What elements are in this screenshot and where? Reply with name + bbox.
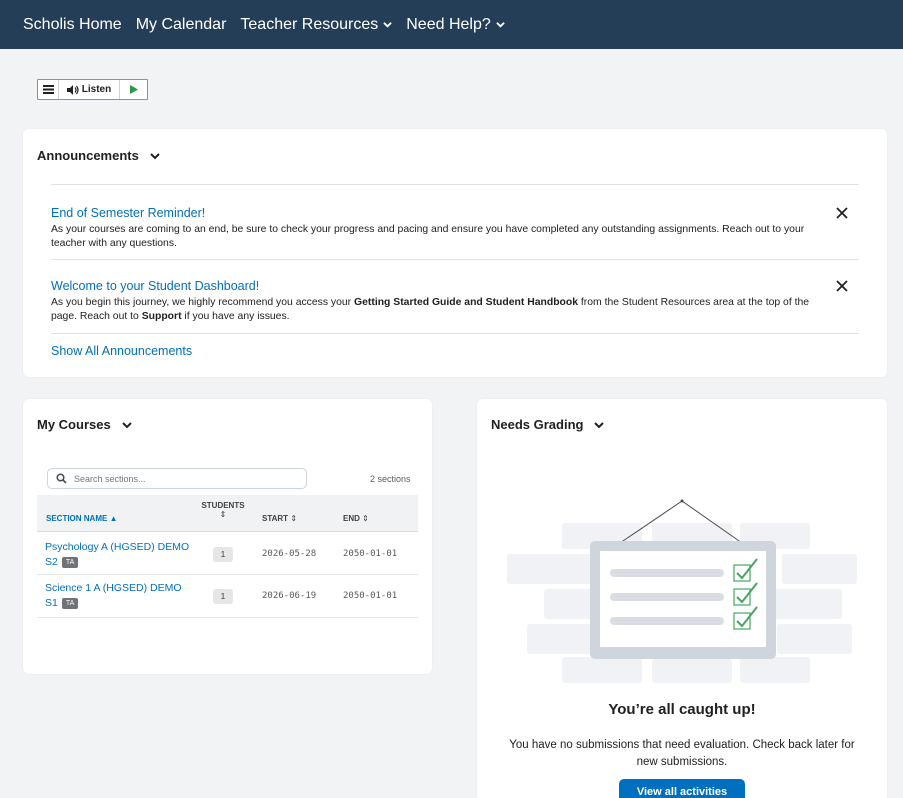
start-date: 2026-06-19 xyxy=(262,591,317,601)
play-icon xyxy=(129,85,138,94)
nav-teacher-resources-menu[interactable]: Teacher Resources xyxy=(240,16,392,34)
column-end[interactable]: END ⇕ xyxy=(343,514,369,523)
sort-icon: ⇕ xyxy=(362,514,369,523)
nav-home-link[interactable]: Scholis Home xyxy=(23,16,122,34)
sort-asc-icon: ▲ xyxy=(109,514,118,523)
announcement-body: As you begin this journey, we highly rec… xyxy=(51,296,831,324)
chevron-down-icon xyxy=(383,22,392,28)
search-sections xyxy=(47,468,307,489)
play-button[interactable] xyxy=(120,80,147,99)
menu-icon xyxy=(42,85,54,94)
course-link[interactable]: Science 1 A (HGSED) DEMO S1 TA xyxy=(45,581,195,611)
column-start-label: START xyxy=(262,514,289,523)
nav-home-label: Scholis Home xyxy=(23,15,122,33)
announcements-widget: Announcements End of Semester Reminder! … xyxy=(23,129,887,377)
column-end-label: END xyxy=(343,514,360,523)
nav-need-help-menu[interactable]: Need Help? xyxy=(406,16,505,34)
divider xyxy=(51,259,859,260)
chevron-down-icon xyxy=(496,22,505,28)
search-button[interactable] xyxy=(48,469,74,488)
speaker-icon xyxy=(66,84,79,95)
top-navigation: Scholis Home My Calendar Teacher Resourc… xyxy=(0,0,903,49)
sort-icon: ⇕ xyxy=(290,514,298,523)
column-students[interactable]: STUDENTS ⇕ xyxy=(200,501,246,519)
search-icon xyxy=(55,473,67,484)
close-icon[interactable] xyxy=(835,279,849,293)
announcements-title-text: Announcements xyxy=(37,148,139,163)
chevron-down-icon xyxy=(150,152,160,159)
course-link[interactable]: Psychology A (HGSED) DEMO S2 TA xyxy=(45,540,195,570)
announcements-title[interactable]: Announcements xyxy=(37,148,161,163)
end-date: 2050-01-01 xyxy=(343,549,398,559)
announcement-title-link[interactable]: End of Semester Reminder! xyxy=(51,206,205,220)
announcement-title-link[interactable]: Welcome to your Student Dashboard! xyxy=(51,279,259,293)
nav-need-help-label: Need Help? xyxy=(406,15,491,33)
start-date: 2026-05-28 xyxy=(262,549,317,559)
ta-badge: TA xyxy=(61,597,79,609)
column-students-label: STUDENTS xyxy=(201,501,245,510)
column-start[interactable]: START ⇕ xyxy=(262,514,297,523)
needs-grading-title-text: Needs Grading xyxy=(491,417,584,432)
chevron-down-icon xyxy=(594,421,605,428)
view-all-activities-button[interactable]: View all activities xyxy=(619,779,745,798)
my-courses-title-text: My Courses xyxy=(37,417,111,432)
students-count: 1 xyxy=(213,589,233,604)
listen-toolbar: Listen xyxy=(37,79,148,100)
needs-grading-title[interactable]: Needs Grading xyxy=(491,417,605,432)
table-row: Psychology A (HGSED) DEMO S2 TA 1 2026-05… xyxy=(37,532,418,575)
listen-menu-button[interactable] xyxy=(38,80,59,99)
end-date: 2050-01-01 xyxy=(343,591,398,601)
announcement-body: As your courses are coming to an end, be… xyxy=(51,224,805,249)
nav-calendar-label: My Calendar xyxy=(135,15,227,33)
listen-label: Listen xyxy=(81,84,112,95)
sort-icon: ⇕ xyxy=(219,510,227,519)
nav-calendar-link[interactable]: My Calendar xyxy=(136,16,227,34)
announcement-body-text: As you begin this journey, we highly rec… xyxy=(51,297,355,308)
ta-badge: TA xyxy=(61,556,79,568)
listen-button[interactable]: Listen xyxy=(59,80,120,99)
my-courses-title[interactable]: My Courses xyxy=(37,417,133,432)
column-section-name[interactable]: SECTION NAME ▲ xyxy=(46,514,118,523)
needs-grading-widget: Needs Grading You’re all caught up! You … xyxy=(477,399,887,798)
caught-up-message: You have no submissions that need evalua… xyxy=(509,739,855,768)
table-row: Science 1 A (HGSED) DEMO S1 TA 1 2026-06-… xyxy=(37,575,418,618)
my-courses-widget: My Courses 2 sections SECTION NAME ▲ STU… xyxy=(23,399,432,674)
show-all-announcements-link[interactable]: Show All Announcements xyxy=(51,344,192,358)
caught-up-illustration xyxy=(507,499,857,683)
table-header: SECTION NAME ▲ STUDENTS ⇕ START ⇕ END ⇕ xyxy=(37,495,418,532)
announcement-body-text: if you have any issues. xyxy=(181,311,290,322)
divider xyxy=(51,333,859,334)
close-icon[interactable] xyxy=(835,206,849,220)
divider xyxy=(51,184,859,185)
nav-teacher-resources-label: Teacher Resources xyxy=(240,15,379,33)
support-text: Support xyxy=(141,311,182,322)
sections-count: 2 sections xyxy=(370,474,411,484)
students-count: 1 xyxy=(213,547,233,562)
search-input[interactable] xyxy=(74,473,274,484)
caught-up-heading: You’re all caught up! xyxy=(608,701,756,718)
column-section-name-label: SECTION NAME xyxy=(46,514,108,523)
chevron-down-icon xyxy=(121,421,132,428)
getting-started-guide-text: Getting Started Guide and Student Handbo… xyxy=(354,297,579,308)
